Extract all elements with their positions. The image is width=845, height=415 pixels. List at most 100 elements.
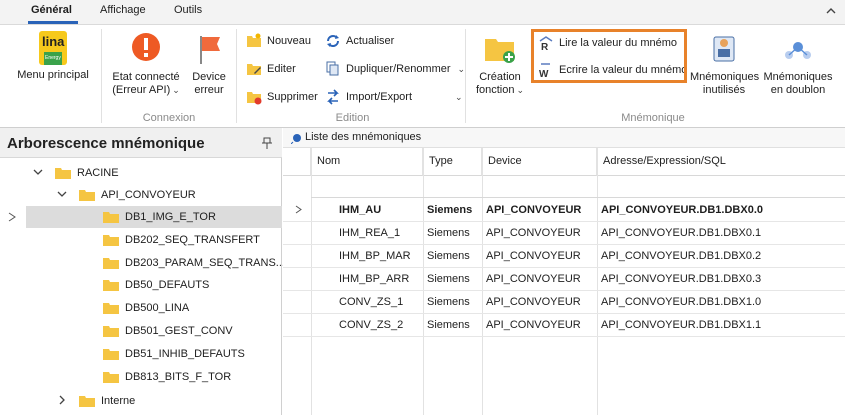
inutilises-line2: inutilisés: [702, 84, 746, 96]
cell-type: Siemens: [427, 296, 470, 308]
tree-item-db1[interactable]: DB1_IMG_E_TOR: [26, 206, 282, 228]
table-row[interactable]: CONV_ZS_1 Siemens API_CONVOYEUR API_CONV…: [283, 291, 845, 314]
chevron-down-icon: ⌄: [516, 85, 525, 95]
editer-button[interactable]: Editer: [246, 60, 296, 78]
nouveau-label: Nouveau: [267, 35, 312, 47]
nouveau-button[interactable]: Nouveau: [246, 32, 311, 50]
tree-panel-header: Arborescence mnémonique: [0, 128, 282, 158]
cell-adresse: API_CONVOYEUR.DB1.DBX1.0: [601, 296, 762, 308]
tree-item-db51[interactable]: DB51_INHIB_DEFAUTS: [0, 343, 282, 365]
list-icon: [291, 134, 301, 144]
folder-icon: [103, 258, 119, 269]
table-row[interactable]: IHM_BP_MAR Siemens API_CONVOYEUR API_CON…: [283, 245, 845, 268]
column-header-device[interactable]: Device: [482, 148, 597, 176]
creation-fonction-button[interactable]: Création fonction ⌄: [472, 31, 528, 97]
tree-item-api-convoyeur[interactable]: API_CONVOYEUR: [0, 184, 282, 206]
inutilises-line1: Mnémoniques: [690, 71, 760, 83]
menu-principal-button[interactable]: lina Energy Menu principal: [14, 31, 92, 82]
cell-nom: IHM_BP_MAR: [339, 250, 411, 262]
cell-device: API_CONVOYEUR: [486, 250, 581, 262]
tree-item-db203[interactable]: DB203_PARAM_SEQ_TRANS...: [0, 252, 285, 274]
list-header: Liste des mnémoniques: [283, 128, 845, 148]
column-header-nom[interactable]: Nom: [311, 148, 423, 176]
filter-row[interactable]: [311, 176, 845, 198]
folder-icon: [103, 212, 119, 223]
tree-item-label: RACINE: [77, 167, 119, 179]
etat-connecte-button[interactable]: Etat connecté (Erreur API) ⌄: [108, 31, 184, 97]
group-label-mnemonique: Mnémonique: [621, 112, 685, 124]
chevron-down-icon[interactable]: [57, 189, 67, 199]
editer-label: Editer: [267, 63, 296, 75]
cell-type: Siemens: [427, 227, 470, 239]
mnemoniques-doublon-button[interactable]: Mnémoniques en doublon: [762, 31, 834, 97]
cell-nom: CONV_ZS_1: [339, 296, 404, 308]
tab-affichage[interactable]: Affichage: [100, 4, 146, 16]
folder-icon: [103, 303, 119, 314]
unused-items-icon: [706, 31, 742, 67]
cell-device: API_CONVOYEUR: [486, 204, 582, 216]
import-export-button[interactable]: Import/Export ⌄: [325, 88, 463, 106]
table-row[interactable]: CONV_ZS_2 Siemens API_CONVOYEUR API_CONV…: [283, 314, 845, 337]
chevron-right-icon[interactable]: [57, 395, 67, 405]
tree-panel-title: Arborescence mnémonique: [7, 135, 205, 152]
new-folder-icon: [246, 33, 262, 49]
folder-icon: [79, 190, 95, 201]
group-separator: [101, 29, 102, 123]
cell-device: API_CONVOYEUR: [486, 227, 581, 239]
mnemoniques-inutilises-button[interactable]: Mnémoniques inutilisés: [690, 31, 760, 97]
tree-item-db50[interactable]: DB50_DEFAUTS: [0, 274, 282, 296]
group-label-edition: Edition: [335, 112, 370, 124]
folder-icon: [103, 235, 119, 246]
device-erreur-button[interactable]: Device erreur: [188, 31, 230, 97]
cell-adresse: API_CONVOYEUR.DB1.DBX0.2: [601, 250, 762, 262]
refresh-icon: [325, 33, 341, 49]
actualiser-button[interactable]: Actualiser: [325, 32, 394, 50]
supprimer-button[interactable]: Supprimer: [246, 88, 318, 106]
cell-device: API_CONVOYEUR: [486, 296, 581, 308]
tab-general[interactable]: Général: [31, 4, 72, 16]
mnemonic-list-panel: Liste des mnémoniques Nom Type Device Ad…: [283, 128, 845, 415]
cell-adresse: API_CONVOYEUR.DB1.DBX0.0: [601, 204, 763, 216]
tree-item-db500[interactable]: DB500_LINA: [0, 297, 282, 319]
lina-logo-icon: lina Energy: [39, 31, 67, 65]
cell-type: Siemens: [427, 273, 470, 285]
tree-item-label: DB51_INHIB_DEFAUTS: [125, 348, 245, 360]
supprimer-label: Supprimer: [267, 91, 318, 103]
tree-item-label: DB50_DEFAUTS: [125, 279, 210, 291]
tree-item-db813[interactable]: DB813_BITS_F_TOR: [0, 366, 282, 388]
cell-nom: IHM_REA_1: [339, 227, 401, 239]
duplicate-items-icon: [780, 31, 816, 67]
cell-nom: IHM_BP_ARR: [339, 273, 410, 285]
cell-adresse: API_CONVOYEUR.DB1.DBX1.1: [601, 319, 762, 331]
current-row-icon: [295, 205, 302, 214]
chevron-down-icon: ⌄: [172, 85, 180, 95]
tree-item-racine[interactable]: RACINE: [0, 162, 282, 184]
doublon-line2: en doublon: [770, 84, 826, 96]
column-header-type[interactable]: Type: [423, 148, 482, 176]
row-header-column: [283, 148, 311, 176]
tab-outils[interactable]: Outils: [174, 4, 202, 16]
pin-icon[interactable]: [262, 137, 272, 149]
duplicate-icon: [325, 61, 341, 77]
column-header-adresse[interactable]: Adresse/Expression/SQL: [597, 148, 845, 176]
tree-item-label: DB1_IMG_E_TOR: [125, 211, 216, 223]
cell-device: API_CONVOYEUR: [486, 273, 581, 285]
tree-item-label: DB203_PARAM_SEQ_TRANS...: [125, 257, 285, 269]
table-row[interactable]: IHM_BP_ARR Siemens API_CONVOYEUR API_CON…: [283, 268, 845, 291]
tree-item-interne[interactable]: Interne: [0, 390, 282, 412]
cell-adresse: API_CONVOYEUR.DB1.DBX0.3: [601, 273, 762, 285]
collapse-ribbon-icon[interactable]: [825, 6, 837, 16]
table-row[interactable]: IHM_REA_1 Siemens API_CONVOYEUR API_CONV…: [283, 222, 845, 245]
table-row[interactable]: IHM_AU Siemens API_CONVOYEUR API_CONVOYE…: [283, 198, 845, 222]
tree-item-db501[interactable]: DB501_GEST_CONV: [0, 320, 282, 342]
dupliquer-renommer-button[interactable]: Dupliquer/Renommer ⌄: [325, 60, 465, 78]
tree-item-db202[interactable]: DB202_SEQ_TRANSFERT: [0, 229, 282, 251]
group-label-connexion: Connexion: [142, 112, 196, 124]
folder-add-icon: [482, 31, 518, 67]
highlight-annotation-box: [531, 29, 687, 83]
error-alert-icon: [128, 31, 164, 67]
actualiser-label: Actualiser: [346, 35, 395, 47]
cell-type: Siemens: [427, 204, 473, 216]
chevron-down-icon[interactable]: [33, 167, 43, 177]
folder-icon: [79, 396, 95, 407]
